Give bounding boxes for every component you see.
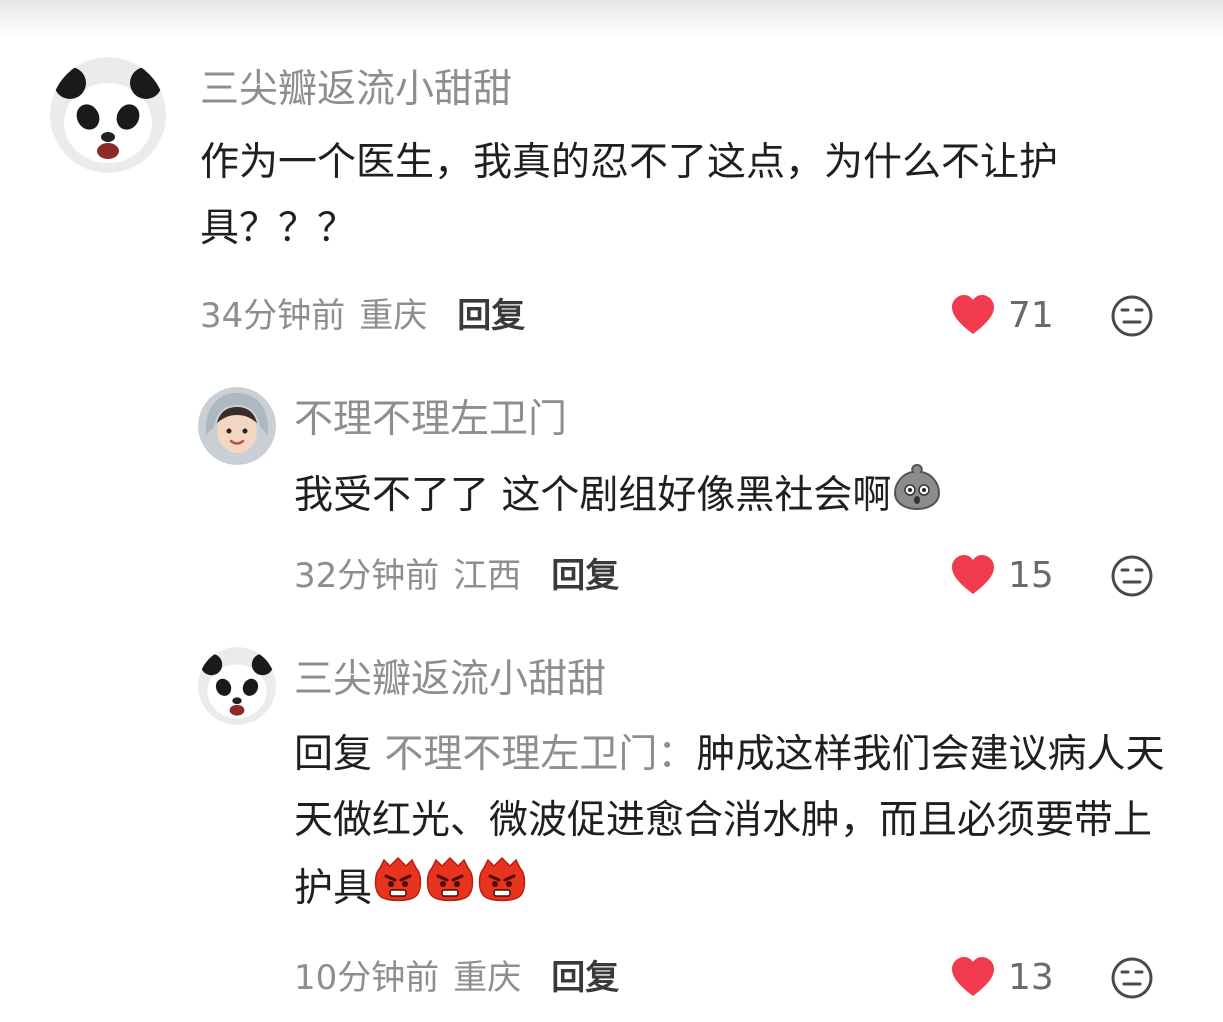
location: 重庆 <box>359 296 428 336</box>
comment-text: 我受不了了 这个剧组好像黑社会啊 <box>294 461 1174 534</box>
avatar[interactable] <box>198 647 276 725</box>
scroll-top-shadow <box>0 0 1223 40</box>
comment-meta: 34分钟前 重庆 回复 <box>200 294 525 338</box>
username[interactable]: 不理不理左卫门 <box>294 398 567 442</box>
dislike-button[interactable] <box>1110 294 1154 342</box>
reply-button[interactable]: 回复 <box>457 296 525 336</box>
dislike-button[interactable] <box>1110 554 1154 602</box>
panda-avatar-icon <box>50 57 166 173</box>
location: 重庆 <box>453 958 522 998</box>
like-count: 15 <box>1008 554 1054 596</box>
reply-button[interactable]: 回复 <box>551 958 619 998</box>
dislike-face-icon <box>1111 555 1153 597</box>
avatar[interactable] <box>50 57 166 173</box>
heart-icon <box>952 957 994 996</box>
reply-prefix: 回复 <box>294 732 373 777</box>
like-button[interactable]: 13 <box>950 956 1054 998</box>
like-button[interactable]: 15 <box>950 554 1054 596</box>
reply-button[interactable]: 回复 <box>551 556 619 596</box>
comment-text-content: 我受不了了 这个剧组好像黑社会啊 <box>294 473 892 518</box>
dislike-button[interactable] <box>1110 956 1154 1004</box>
like-button[interactable]: 71 <box>950 294 1054 336</box>
panda-avatar-icon <box>198 647 276 725</box>
comment-meta: 32分钟前 江西 回复 <box>294 554 619 598</box>
reply-target-username[interactable]: 不理不理左卫门： <box>384 732 696 777</box>
angry-emoji <box>476 854 528 927</box>
angry-emoji <box>372 854 424 927</box>
dislike-face-icon <box>1111 957 1153 999</box>
avatar[interactable] <box>198 387 276 465</box>
scared-emoji <box>891 461 943 534</box>
heart-icon <box>952 295 994 334</box>
timestamp: 10分钟前 <box>294 958 440 998</box>
heart-icon <box>952 555 994 594</box>
angry-emoji <box>424 854 476 927</box>
comment-text: 回复 不理不理左卫门：肿成这样我们会建议病人天天做红光、微波促进愈合消水肿，而且… <box>294 722 1184 927</box>
location: 江西 <box>453 556 522 596</box>
dislike-face-icon <box>1111 295 1153 337</box>
timestamp: 34分钟前 <box>200 296 346 336</box>
username[interactable]: 三尖瓣返流小甜甜 <box>294 658 606 702</box>
timestamp: 32分钟前 <box>294 556 440 596</box>
comment-meta: 10分钟前 重庆 回复 <box>294 956 619 1000</box>
child-avatar-icon <box>198 387 276 465</box>
username[interactable]: 三尖瓣返流小甜甜 <box>200 68 512 112</box>
like-count: 13 <box>1008 956 1054 998</box>
like-count: 71 <box>1008 294 1054 336</box>
comment-text: 作为一个医生，我真的忍不了这点，为什么不让护具？？？ <box>200 140 1059 251</box>
